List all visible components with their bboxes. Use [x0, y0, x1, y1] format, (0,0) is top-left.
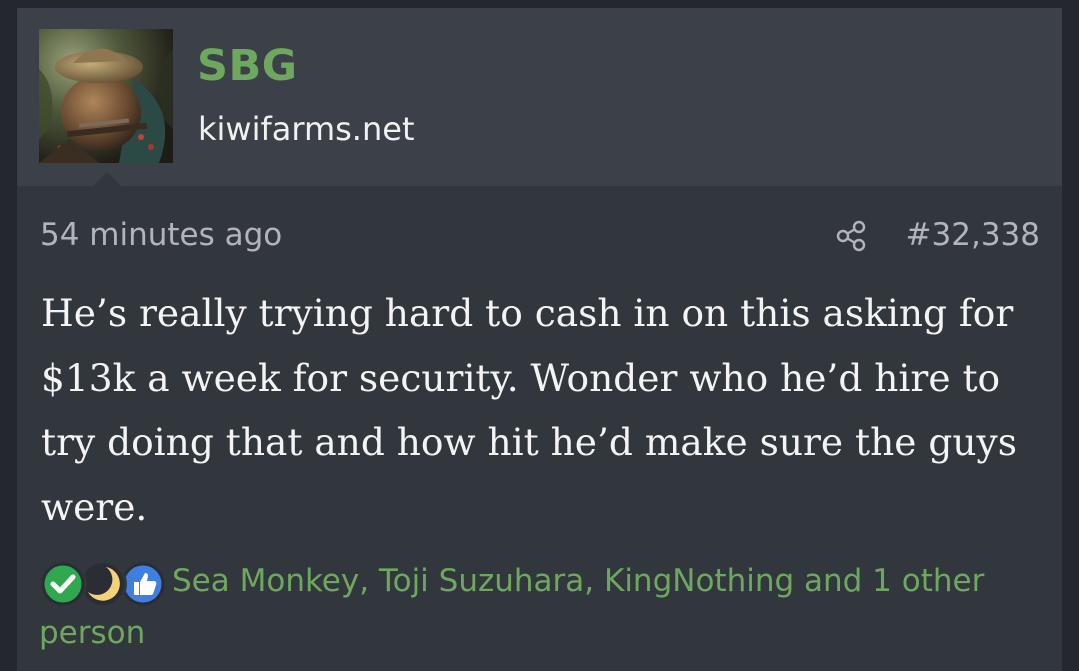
user-header: SBG kiwifarms.net [17, 8, 1062, 186]
reaction-icons[interactable] [39, 560, 169, 608]
reaction-users-link[interactable]: Sea Monkey, Toji Suzuhara, KingNothing a… [39, 563, 984, 651]
check-icon [39, 560, 87, 608]
user-title: kiwifarms.net [198, 110, 415, 148]
post-timestamp[interactable]: 54 minutes ago [40, 213, 282, 257]
username[interactable]: SBG [197, 38, 298, 94]
post: SBG kiwifarms.net 54 minutes ago #32,338… [17, 8, 1062, 671]
post-meta: 54 minutes ago #32,338 [40, 213, 1040, 257]
reaction-list: Sea Monkey, Toji Suzuhara, KingNothing a… [39, 555, 999, 659]
avatar-image [39, 29, 173, 163]
avatar[interactable] [39, 29, 173, 163]
share-icon[interactable] [834, 219, 868, 253]
post-number[interactable]: #32,338 [906, 213, 1040, 257]
post-body: He’s really trying hard to cash in on th… [41, 291, 1017, 529]
header-pointer [93, 172, 121, 186]
